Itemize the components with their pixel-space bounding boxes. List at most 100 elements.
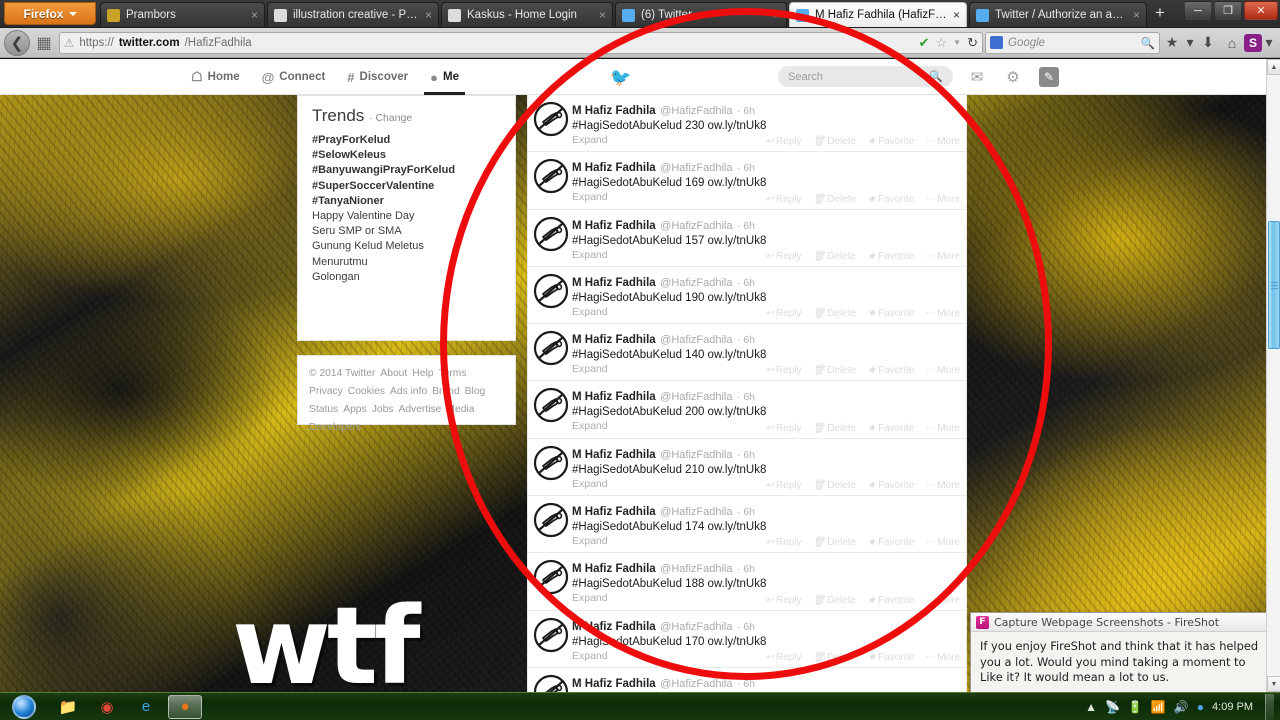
footer-link[interactable]: Blog <box>465 386 486 397</box>
avatar[interactable] <box>533 101 569 137</box>
tab-5[interactable]: Twitter / Authorize an ap... × <box>969 2 1147 27</box>
tweet-row[interactable]: M Hafiz Fadhila @HafizFadhila · 6h#HagiS… <box>528 267 966 325</box>
tweet-author-name[interactable]: M Hafiz Fadhila <box>572 563 656 575</box>
tweet-timestamp[interactable]: · 6h <box>737 220 755 232</box>
tweet-row[interactable]: M Hafiz Fadhila @HafizFadhila · 6h#HagiS… <box>528 553 966 611</box>
tweet-author-name[interactable]: M Hafiz Fadhila <box>572 506 656 518</box>
tweet-timestamp[interactable]: · 6h <box>737 391 755 403</box>
close-icon[interactable]: × <box>425 8 432 22</box>
reply-action[interactable]: ↩ Reply <box>766 365 802 376</box>
scrollbar-thumb[interactable] <box>1268 221 1280 349</box>
reply-action[interactable]: ↩ Reply <box>766 194 802 205</box>
avatar[interactable] <box>533 617 569 653</box>
taskbar-internet-explorer[interactable]: e <box>129 695 163 719</box>
footer-link[interactable]: Ads info <box>390 386 427 397</box>
more-action[interactable]: ⋯ More <box>925 423 960 434</box>
favorite-action[interactable]: ★ Favorite <box>867 365 914 376</box>
trend-item[interactable]: #TanyaNioner <box>312 194 501 209</box>
tweet-row[interactable]: M Hafiz Fadhila @HafizFadhila · 6h#HagiS… <box>528 152 966 210</box>
footer-link[interactable]: Privacy <box>309 386 343 397</box>
maximize-button[interactable]: ❐ <box>1214 1 1242 20</box>
delete-action[interactable]: 🗑 Delete <box>813 595 857 606</box>
tweet-row[interactable]: M Hafiz Fadhila @HafizFadhila · 6h#HagiS… <box>528 668 966 692</box>
tweet-author-name[interactable]: M Hafiz Fadhila <box>572 678 656 690</box>
tweet-author-handle[interactable]: @HafizFadhila <box>660 449 732 461</box>
more-action[interactable]: ⋯ More <box>925 537 960 548</box>
trend-item[interactable]: Menurutmu <box>312 255 501 270</box>
avatar[interactable] <box>533 502 569 538</box>
avatar[interactable] <box>533 330 569 366</box>
tweet-timestamp[interactable]: · 6h <box>737 678 755 690</box>
delete-action[interactable]: 🗑 Delete <box>813 251 857 262</box>
favorite-action[interactable]: ★ Favorite <box>867 251 914 262</box>
close-icon[interactable]: × <box>773 8 780 22</box>
nav-me[interactable]: ● Me <box>419 59 470 95</box>
compose-tweet-icon[interactable]: ✎ <box>1039 67 1059 87</box>
delete-action[interactable]: 🗑 Delete <box>813 423 857 434</box>
favorite-action[interactable]: ★ Favorite <box>867 423 914 434</box>
antivirus-icon[interactable]: ● <box>1197 700 1204 714</box>
tweet-author-name[interactable]: M Hafiz Fadhila <box>572 449 656 461</box>
search-icon[interactable]: 🔍 <box>929 70 943 83</box>
tweet-timeline[interactable]: M Hafiz Fadhila @HafizFadhila · 6h #HagiS… <box>527 95 967 692</box>
reply-action[interactable]: ↩ Reply <box>766 136 802 147</box>
vertical-scrollbar[interactable]: ▲ ▼ <box>1266 59 1280 692</box>
start-button[interactable] <box>2 694 46 720</box>
forward-button[interactable]: ▦ <box>33 32 55 54</box>
taskbar-chrome[interactable]: ◉ <box>90 695 124 719</box>
taskbar-clock[interactable]: 4:09 PM <box>1212 701 1253 713</box>
download-arrow-icon[interactable]: ⬇ <box>1196 31 1220 55</box>
footer-link[interactable]: Terms <box>438 368 466 379</box>
tweet-timestamp[interactable]: · 6h <box>737 277 755 289</box>
favorite-action[interactable]: ★ Favorite <box>867 480 914 491</box>
tweet-row[interactable]: M Hafiz Fadhila @HafizFadhila · 6h#HagiS… <box>528 381 966 439</box>
footer-link[interactable]: Developers <box>309 422 361 433</box>
trend-item[interactable]: Gunung Kelud Meletus <box>312 239 501 254</box>
scroll-up-button[interactable]: ▲ <box>1267 59 1280 75</box>
reply-action[interactable]: ↩ Reply <box>766 652 802 663</box>
tweet-row[interactable]: M Hafiz Fadhila @HafizFadhila · 6h#HagiS… <box>528 611 966 668</box>
tweet-timestamp[interactable]: · 6h <box>737 449 755 461</box>
tweet-author-handle[interactable]: @HafizFadhila <box>660 563 732 575</box>
tweet-author-handle[interactable]: @HafizFadhila <box>660 621 732 633</box>
search-icon[interactable]: 🔍 <box>1141 36 1155 50</box>
battery-icon[interactable]: 🔋 <box>1128 700 1143 714</box>
trend-item[interactable]: #BanyuwangiPrayForKelud <box>312 163 501 178</box>
new-tab-button[interactable]: + <box>1150 4 1170 24</box>
reload-icon[interactable]: ↻ <box>967 35 978 51</box>
favorite-action[interactable]: ★ Favorite <box>867 308 914 319</box>
footer-link[interactable]: Cookies <box>348 386 385 397</box>
chevron-down-icon[interactable]: ▾ <box>1184 31 1196 55</box>
twitter-search-input[interactable]: Search 🔍 <box>778 66 953 87</box>
tab-1[interactable]: illustration creative - Pen... × <box>267 2 439 27</box>
delete-action[interactable]: 🗑 Delete <box>813 652 857 663</box>
tweet-row[interactable]: M Hafiz Fadhila @HafizFadhila · 6h#HagiS… <box>528 324 966 382</box>
reply-action[interactable]: ↩ Reply <box>766 251 802 262</box>
browser-search-bar[interactable]: Google 🔍 <box>985 31 1160 54</box>
show-hidden-icon[interactable]: ▲ <box>1085 700 1097 714</box>
close-icon[interactable]: × <box>251 8 258 22</box>
reply-action[interactable]: ↩ Reply <box>766 595 802 606</box>
trend-item[interactable]: #SelowKeleus <box>312 148 501 163</box>
close-icon[interactable]: × <box>1133 8 1140 22</box>
tab-2[interactable]: Kaskus - Home Login × <box>441 2 613 27</box>
tweet-author-handle[interactable]: @HafizFadhila <box>660 678 732 690</box>
tweet-author-name[interactable]: M Hafiz Fadhila <box>572 334 656 346</box>
tab-3[interactable]: (6) Twitter × <box>615 2 787 27</box>
chevron-down-icon[interactable]: ▼ <box>953 38 961 47</box>
reply-action[interactable]: ↩ Reply <box>766 537 802 548</box>
more-action[interactable]: ⋯ More <box>925 652 960 663</box>
tweet-author-name[interactable]: M Hafiz Fadhila <box>572 621 656 633</box>
footer-link[interactable]: Media <box>446 404 474 415</box>
avatar[interactable] <box>533 158 569 194</box>
tweet-row[interactable]: M Hafiz Fadhila @HafizFadhila · 6h#HagiS… <box>528 95 966 153</box>
avatar[interactable] <box>533 273 569 309</box>
trend-item[interactable]: #SuperSoccerValentine <box>312 179 501 194</box>
footer-link[interactable]: Brand <box>432 386 459 397</box>
reply-action[interactable]: ↩ Reply <box>766 308 802 319</box>
trend-item[interactable]: Seru SMP or SMA <box>312 224 501 239</box>
back-button[interactable]: ❮ <box>4 29 30 56</box>
trend-item[interactable]: Happy Valentine Day <box>312 209 501 224</box>
tweet-timestamp[interactable]: · 6h <box>737 563 755 575</box>
messages-icon[interactable]: ✉ <box>967 67 987 87</box>
